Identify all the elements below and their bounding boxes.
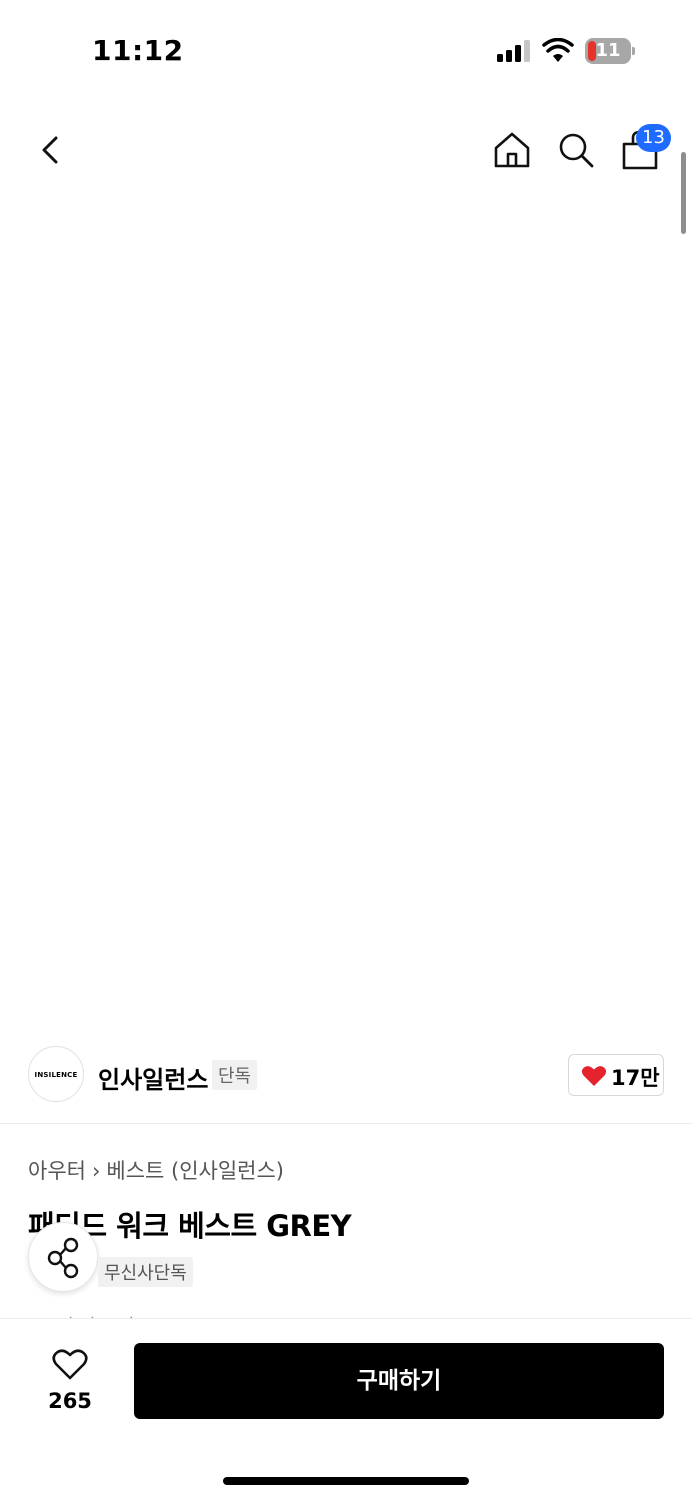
brand-like-button[interactable]: 17만 (568, 1054, 664, 1096)
battery-level-text: 11 (595, 40, 621, 61)
heart-filled-icon (581, 1066, 607, 1086)
bottom-action-bar: 265 구매하기 (0, 1318, 692, 1500)
chevron-right-icon: › (91, 1159, 101, 1183)
thumbnail-2[interactable] (65, 945, 93, 993)
search-icon[interactable] (554, 128, 598, 172)
cart-count-badge: 13 (636, 124, 671, 152)
brand-row: INSILENCE 인사일런스 단독 17만 (0, 1040, 692, 1124)
breadcrumb-item-subcategory[interactable]: 베스트 (인사일런스) (106, 1159, 284, 1183)
status-time: 11:12 (92, 34, 184, 67)
back-icon[interactable] (30, 130, 70, 170)
wishlist-count: 265 (48, 1389, 92, 1413)
brand-like-count: 17만 (611, 1066, 660, 1090)
home-indicator[interactable] (223, 1477, 469, 1485)
thumbnail-strip[interactable]: › (28, 938, 144, 998)
signal-icon (497, 40, 531, 62)
heart-outline-icon (52, 1349, 88, 1380)
breadcrumb: 아우터 › 베스트 (인사일런스) (28, 1155, 284, 1185)
brand-name[interactable]: 인사일런스 (98, 1060, 208, 1095)
musinsa-exclusive-tag: 무신사단독 (98, 1257, 193, 1287)
breadcrumb-item-category[interactable]: 아우터 (28, 1159, 86, 1183)
brand-exclusive-tag: 단독 (212, 1060, 258, 1090)
home-icon[interactable] (490, 128, 534, 172)
battery-icon: 11 (585, 38, 635, 64)
wishlist-button[interactable]: 265 (28, 1343, 112, 1423)
share-icon (47, 1237, 79, 1279)
top-nav: 13 (0, 110, 692, 190)
wifi-icon (542, 37, 574, 64)
image-counter: 1 / 6 (550, 956, 618, 998)
share-button[interactable] (28, 1222, 98, 1292)
thumbnail-1[interactable] (35, 945, 63, 993)
buy-button[interactable]: 구매하기 (134, 1343, 664, 1419)
thumbnail-3[interactable] (95, 945, 115, 993)
status-bar: 11:12 11 (0, 0, 692, 100)
expand-icon[interactable] (622, 956, 664, 998)
chevron-right-icon[interactable]: › (121, 954, 131, 982)
scrollbar[interactable] (681, 152, 686, 234)
brand-logo[interactable]: INSILENCE (28, 1046, 84, 1102)
